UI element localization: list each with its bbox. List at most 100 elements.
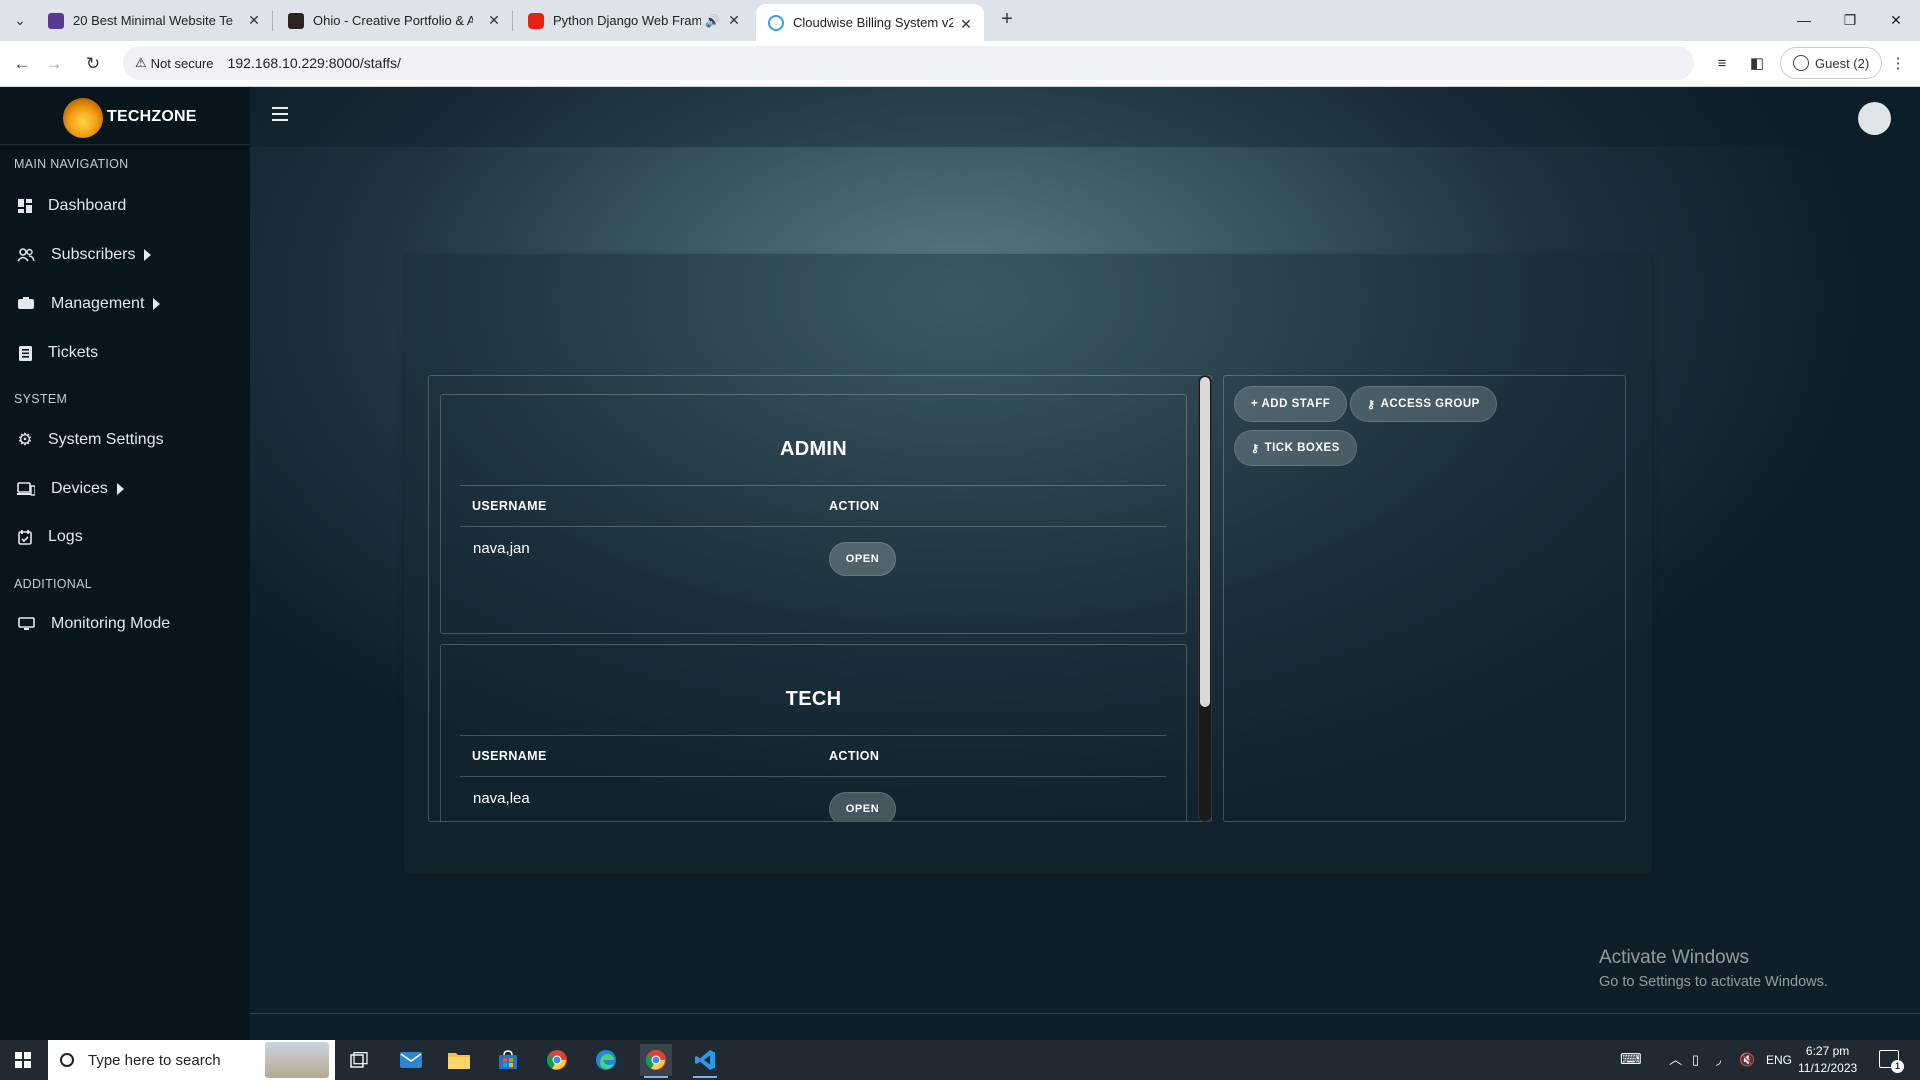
tab-separator (512, 11, 513, 31)
browser-tab-3[interactable]: Python Django Web Framew 🔊 ✕ (516, 0, 752, 41)
vscode-icon[interactable] (689, 1044, 721, 1078)
notification-icon[interactable]: 1 (1879, 1050, 1904, 1073)
section-main-navigation: MAIN NAVIGATION (14, 157, 129, 171)
battery-icon[interactable]: ▯ (1692, 1040, 1699, 1080)
open-button[interactable]: OPEN (829, 792, 896, 821)
tab-title: 20 Best Minimal Website Templ (73, 13, 233, 28)
clock[interactable]: 6:27 pm 11/12/2023 (1798, 1043, 1857, 1077)
url-text[interactable]: 192.168.10.229:8000/staffs/ (228, 55, 401, 71)
browser-tab-2[interactable]: Ohio - Creative Portfolio & Age ✕ (276, 0, 513, 41)
group-card-tech: TECH USERNAME ACTION nava,lea OPEN (440, 644, 1187, 821)
security-label[interactable]: Not secure (151, 56, 214, 71)
user-avatar[interactable] (1858, 102, 1891, 135)
task-view-icon[interactable] (343, 1044, 375, 1076)
chrome-active-icon[interactable] (640, 1044, 672, 1078)
clock-time: 6:27 pm (1805, 1044, 1850, 1058)
table-header: USERNAME ACTION (460, 735, 1166, 777)
tab-separator (272, 11, 273, 31)
brand-name: TECHZONE (107, 108, 197, 125)
mail-icon[interactable] (395, 1044, 427, 1076)
keyboard-icon[interactable]: ⌨ (1620, 1040, 1642, 1080)
sidebar-item-dashboard[interactable]: Dashboard (16, 197, 126, 215)
activate-windows-watermark: Activate Windows Go to Settings to activ… (1599, 947, 1828, 990)
section-system: SYSTEM (14, 392, 68, 406)
close-tab-icon[interactable]: ✕ (246, 12, 262, 28)
browser-tab-1[interactable]: 20 Best Minimal Website Templ ✕ (36, 0, 273, 41)
minimize-icon[interactable]: — (1781, 0, 1827, 41)
sidebar-item-tickets[interactable]: Tickets (16, 344, 98, 362)
sidebar-item-monitoring-mode[interactable]: Monitoring Mode (16, 615, 170, 633)
watermark-title: Activate Windows (1599, 947, 1749, 968)
caret-right-icon (144, 249, 152, 261)
column-action: ACTION (829, 749, 880, 763)
chrome-icon[interactable] (541, 1044, 573, 1076)
close-tab-icon[interactable]: ✕ (486, 12, 502, 28)
access-group-button[interactable]: ⚷ ACCESS GROUP (1350, 386, 1497, 422)
group-title: TECH (785, 688, 842, 710)
caret-right-icon (153, 298, 161, 310)
key-icon: ⚷ (1251, 442, 1260, 455)
file-explorer-icon[interactable] (443, 1044, 475, 1076)
caret-right-icon (116, 483, 124, 495)
sidebar-item-logs[interactable]: Logs (16, 528, 83, 546)
tab-favicon-icon (48, 12, 64, 29)
clock-date: 11/12/2023 (1798, 1061, 1858, 1075)
volume-muted-icon[interactable]: 🔇 (1739, 1040, 1755, 1080)
sidebar-item-label: Devices (51, 480, 108, 497)
taskbar-search-box[interactable]: Type here to search (48, 1040, 335, 1080)
language-indicator[interactable]: ENG (1766, 1040, 1792, 1080)
table-header: USERNAME ACTION (460, 485, 1166, 527)
forward-arrow-icon[interactable]: → (42, 52, 66, 76)
media-control-icon[interactable]: ≡ (1711, 53, 1733, 75)
chevron-up-icon[interactable]: ︿ (1669, 1040, 1682, 1080)
group-title: ADMIN (779, 438, 848, 460)
speaker-icon[interactable]: 🔊 (705, 14, 720, 28)
tab-title: Python Django Web Framew (553, 13, 701, 28)
start-button[interactable] (0, 1040, 46, 1080)
sidebar-item-label: Management (51, 295, 145, 312)
address-bar[interactable]: ⚠ Not secure 192.168.10.229:8000/staffs/ (123, 46, 1694, 80)
kebab-menu-icon[interactable]: ⋮ (1887, 53, 1909, 75)
brand[interactable]: TECHZONE (0, 87, 250, 145)
reload-icon[interactable]: ↻ (81, 52, 105, 76)
management-icon (16, 295, 36, 313)
side-panel-icon[interactable]: ◧ (1746, 53, 1768, 75)
watermark-subtitle: Go to Settings to activate Windows. (1599, 974, 1828, 990)
add-staff-button[interactable]: + ADD STAFF (1234, 386, 1348, 422)
close-tab-icon[interactable]: ✕ (958, 16, 974, 32)
browser-tab-bar: ⌄ 20 Best Minimal Website Templ ✕ Ohio -… (0, 0, 1920, 41)
app-area: TECHZONE MAIN NAVIGATION Dashboard Subsc… (0, 87, 1920, 1040)
sidebar-item-subscribers[interactable]: Subscribers (16, 246, 152, 264)
footer-divider (250, 1013, 1920, 1014)
tick-boxes-label: TICK BOXES (1264, 442, 1340, 454)
list-icon (16, 344, 34, 362)
window-close-icon[interactable]: ✕ (1873, 0, 1919, 41)
sidebar-item-devices[interactable]: Devices (16, 480, 124, 498)
groups-scrollbar[interactable] (1198, 375, 1212, 822)
dashboard-icon (16, 197, 34, 215)
hamburger-menu-icon[interactable] (272, 107, 288, 121)
sidebar-item-system-settings[interactable]: ⚙ System Settings (16, 430, 163, 449)
tab-favicon-icon (288, 12, 304, 29)
column-username: USERNAME (472, 749, 547, 763)
sidebar-item-management[interactable]: Management (16, 295, 161, 313)
notification-count: 1 (1891, 1060, 1904, 1073)
edge-icon[interactable] (590, 1044, 622, 1076)
microsoft-store-icon[interactable] (492, 1044, 524, 1076)
close-tab-icon[interactable]: ✕ (726, 12, 742, 28)
new-tab-plus-icon[interactable]: + (995, 8, 1019, 32)
restore-icon[interactable]: ❐ (1827, 0, 1873, 41)
username-cell: nava,lea (473, 790, 530, 807)
profile-button[interactable]: Guest (2) (1780, 47, 1883, 79)
group-card-admin: ADMIN USERNAME ACTION nava,jan OPEN (440, 394, 1187, 634)
sidebar-item-label: Subscribers (51, 246, 136, 263)
calendar-check-icon (16, 528, 34, 546)
tab-search-chevron-icon[interactable]: ⌄ (8, 8, 32, 32)
network-icon[interactable]: ◞ (1716, 1040, 1721, 1080)
scroll-thumb[interactable] (1200, 377, 1210, 707)
tick-boxes-button[interactable]: ⚷ TICK BOXES (1234, 430, 1357, 466)
open-button[interactable]: OPEN (829, 542, 896, 576)
browser-tab-active[interactable]: Cloudwise Billing System v2 ✕ (756, 4, 984, 41)
back-arrow-icon[interactable]: ← (10, 52, 34, 76)
access-group-label: ACCESS GROUP (1380, 398, 1480, 410)
